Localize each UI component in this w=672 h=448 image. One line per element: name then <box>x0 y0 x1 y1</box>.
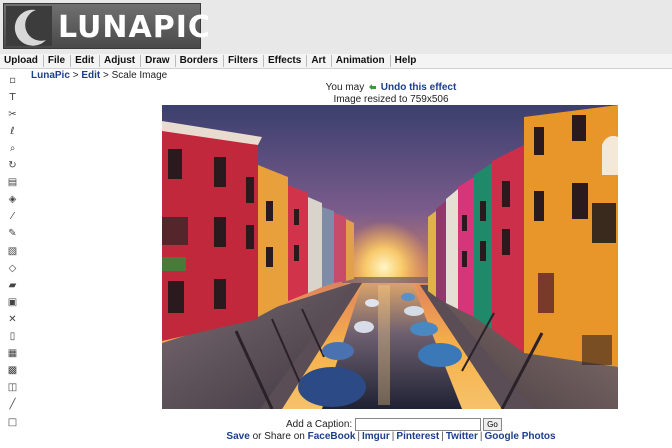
scissors-icon[interactable]: ✂ <box>6 108 19 121</box>
menu-art[interactable]: Art <box>307 55 332 67</box>
undo-prefix: You may <box>325 82 365 93</box>
caption-input[interactable] <box>355 418 482 431</box>
caption-label: Add a Caption: <box>286 419 353 430</box>
menu-draw[interactable]: Draw <box>141 55 176 67</box>
gradient-icon[interactable]: ▤ <box>6 177 19 190</box>
breadcrumb-separator: > <box>102 70 109 81</box>
new-page-icon[interactable]: ▯ <box>6 331 19 344</box>
share-facebook-link[interactable]: FaceBook <box>308 431 356 442</box>
lunapic-logo[interactable]: LUNAPIC <box>3 3 210 49</box>
share-row: Save or Share on FaceBook | Imgur | Pinteres… <box>0 431 672 442</box>
save-link[interactable]: Save <box>226 431 249 442</box>
undo-effect-link[interactable]: Undo this effect <box>381 82 457 93</box>
share-separator: | <box>479 431 483 442</box>
line-icon[interactable]: ╱ <box>6 399 19 412</box>
resize-status: Image resized to 759x506 <box>333 94 449 105</box>
moon-logo-icon <box>6 6 52 46</box>
zoom-icon[interactable]: ⌕ <box>6 142 19 155</box>
rotate-icon[interactable]: ↻ <box>6 160 19 173</box>
menu-upload[interactable]: Upload <box>0 55 44 67</box>
share-prefix: or Share on <box>252 431 305 442</box>
breadcrumb: LunaPic > Edit > Scale Image <box>31 70 167 81</box>
share-google-photos-link[interactable]: Google Photos <box>484 431 555 442</box>
eyedropper-icon[interactable]: ⁄ <box>6 211 19 224</box>
pencil-icon[interactable]: ✎ <box>6 228 19 241</box>
menu-filters[interactable]: Filters <box>224 55 264 67</box>
menu-file[interactable]: File <box>44 55 72 67</box>
share-separator: | <box>391 431 395 442</box>
share-twitter-link[interactable]: Twitter <box>446 431 478 442</box>
breadcrumb-edit-link[interactable]: Edit <box>81 70 100 81</box>
breadcrumb-separator: > <box>72 70 79 81</box>
open-folder-icon[interactable]: ▰ <box>6 279 19 292</box>
undo-notice: You may Undo this effect <box>0 82 672 93</box>
printer-icon[interactable]: ▩ <box>6 365 19 378</box>
share-separator: | <box>441 431 444 442</box>
menu-adjust[interactable]: Adjust <box>100 55 142 67</box>
canal-sunset-photo <box>162 105 618 409</box>
logo-text: LUNAPIC <box>58 10 211 45</box>
breadcrumb-current: Scale Image <box>111 70 168 81</box>
eraser-icon[interactable]: ◇ <box>6 262 19 275</box>
layers-icon[interactable]: ◫ <box>6 382 19 395</box>
menu-animation[interactable]: Animation <box>332 55 391 67</box>
breadcrumb-lunapic-link[interactable]: LunaPic <box>31 70 70 81</box>
share-pinterest-link[interactable]: Pinterest <box>396 431 439 442</box>
rectangle-icon[interactable]: □ <box>6 416 19 429</box>
save-icon[interactable]: ▣ <box>6 296 19 309</box>
menu-help[interactable]: Help <box>391 55 422 67</box>
stamp-icon[interactable]: ▧ <box>6 245 19 258</box>
print-icon[interactable]: ▦ <box>6 348 19 361</box>
caption-row: Add a Caption: Go <box>286 418 502 431</box>
header: LUNAPIC <box>0 0 672 54</box>
undo-arrow-icon <box>368 84 376 90</box>
close-icon[interactable]: ✕ <box>6 313 19 326</box>
caption-go-button[interactable]: Go <box>483 418 502 431</box>
fill-bucket-icon[interactable]: ◈ <box>6 194 19 207</box>
menu-effects[interactable]: Effects <box>264 55 308 67</box>
lasso-icon[interactable]: ℓ <box>6 125 19 138</box>
share-imgur-link[interactable]: Imgur <box>362 431 390 442</box>
menu-bar: Upload File Edit Adjust Draw Borders Fil… <box>0 54 672 69</box>
edited-image-canvas[interactable] <box>162 105 618 409</box>
share-separator: | <box>357 431 361 442</box>
menu-edit[interactable]: Edit <box>71 55 101 67</box>
menu-borders[interactable]: Borders <box>176 55 224 67</box>
tool-sidebar: ▫ T ✂ ℓ ⌕ ↻ ▤ ◈ ⁄ ✎ ▧ ◇ ▰ ▣ ✕ ▯ ▦ ▩ ◫ ╱ □ <box>0 70 24 448</box>
